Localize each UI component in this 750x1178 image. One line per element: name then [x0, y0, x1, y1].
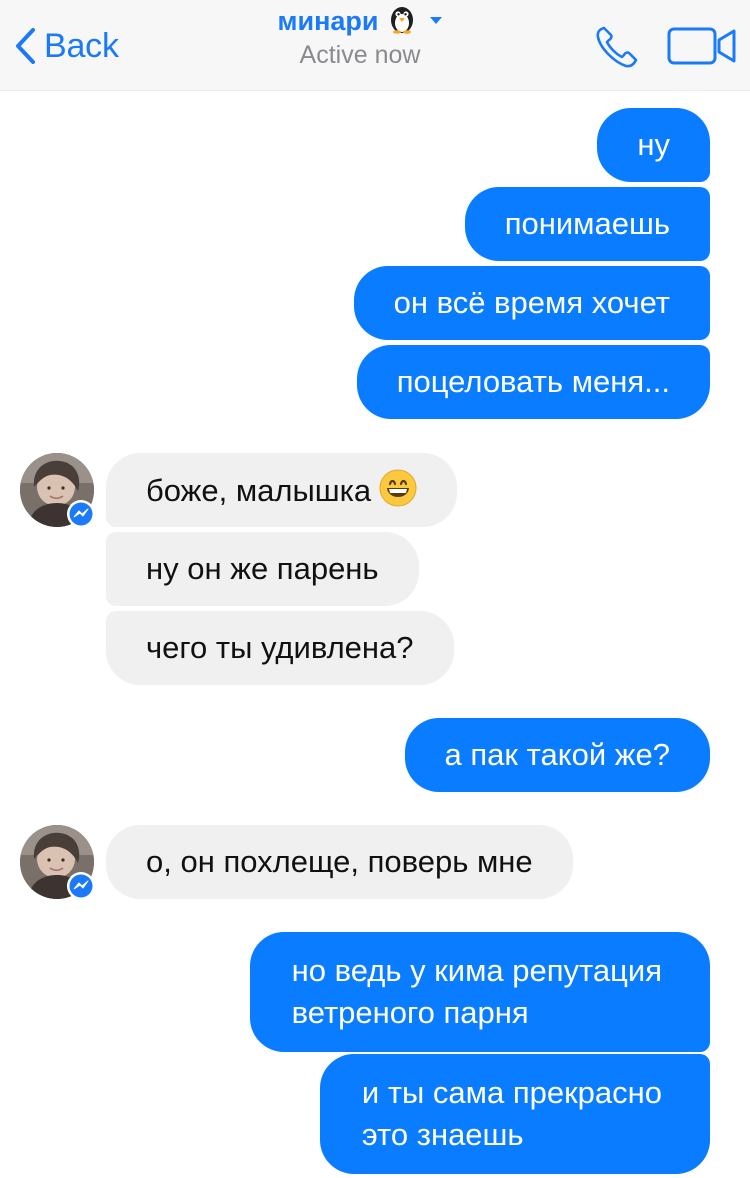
message-text: а пак такой же? [444, 737, 670, 772]
contact-title[interactable]: минари Active now [200, 4, 520, 70]
message-bubble-outgoing[interactable]: ну [597, 108, 710, 182]
message-bubble-outgoing[interactable]: поцеловать меня... [356, 345, 710, 419]
message-bubble-incoming[interactable]: боже, малышка [106, 453, 458, 527]
message-bubble-outgoing[interactable]: а пак такой же? [404, 718, 710, 792]
contact-name: минари [277, 6, 379, 36]
message-text: ну [637, 127, 670, 162]
status-text: Active now [299, 41, 421, 69]
contact-avatar[interactable] [20, 453, 96, 529]
back-label: Back [44, 26, 119, 65]
message-text: о, он похлеще, поверь мне [146, 844, 533, 879]
message-text: боже, малышка [146, 473, 372, 508]
video-call-button[interactable] [666, 26, 738, 66]
message-bubble-outgoing[interactable]: и ты сама прекрасно это знаешь [319, 1054, 710, 1174]
call-button[interactable] [594, 24, 642, 70]
back-button[interactable]: Back [14, 22, 119, 70]
penguin-emoji [387, 4, 417, 39]
messenger-badge-icon [66, 499, 96, 529]
grinning-face-emoji [379, 469, 417, 518]
message-bubble-incoming[interactable]: чего ты удивлена? [106, 611, 454, 685]
message-bubble-outgoing[interactable]: понимаешь [464, 187, 710, 261]
message-bubble-incoming[interactable]: ну он же парень [106, 532, 419, 606]
message-text-line: ветреного парня [291, 995, 529, 1030]
message-text-line: это знаешь [361, 1117, 524, 1152]
message-text: ну он же парень [146, 551, 379, 586]
chevron-left-icon [14, 27, 36, 65]
message-bubble-outgoing[interactable]: но ведь у кима репутация ветреного парня [249, 932, 710, 1052]
message-text: поцеловать меня... [396, 364, 670, 399]
message-text-line: но ведь у кима репутация [291, 953, 662, 988]
message-text: он всё время хочет [393, 285, 670, 320]
video-camera-icon [666, 27, 738, 70]
chat-header: Back минари Active now [0, 0, 750, 91]
message-text: чего ты удивлена? [146, 630, 414, 665]
message-text-line: и ты сама прекрасно [361, 1075, 662, 1110]
contact-avatar[interactable] [20, 825, 96, 901]
message-bubble-incoming[interactable]: о, он похлеще, поверь мне [106, 825, 573, 899]
phone-icon [594, 26, 642, 74]
messenger-badge-icon [66, 871, 96, 901]
message-text: понимаешь [504, 206, 670, 241]
caret-down-icon [429, 13, 443, 31]
message-bubble-outgoing[interactable]: он всё время хочет [353, 266, 710, 340]
